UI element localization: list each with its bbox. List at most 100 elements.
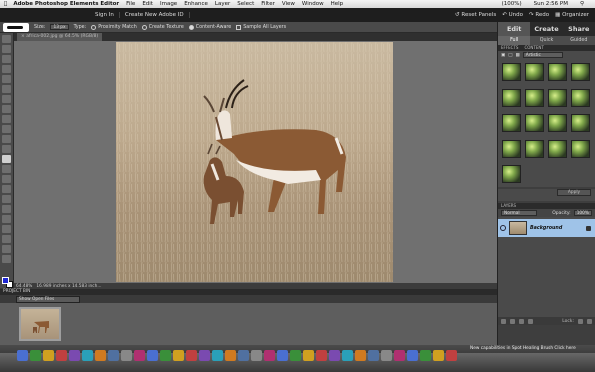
tab-create[interactable]: Create: [530, 22, 562, 36]
dock-app-icon[interactable]: [446, 350, 457, 361]
dock-app-icon[interactable]: [134, 350, 145, 361]
layer-styles-icon[interactable]: □: [508, 53, 512, 58]
menu-image[interactable]: Image: [160, 1, 177, 7]
dock-app-icon[interactable]: [355, 350, 366, 361]
layer-row-background[interactable]: Background: [498, 219, 595, 237]
hand-tool-icon[interactable]: [2, 45, 11, 53]
effect-thumbnail[interactable]: [502, 88, 521, 107]
eyedropper-tool-icon[interactable]: [2, 55, 11, 63]
reset-panels-button[interactable]: ↺ Reset Panels: [455, 12, 496, 18]
dock-app-icon[interactable]: [121, 350, 132, 361]
dock-app-icon[interactable]: [225, 350, 236, 361]
sponge-tool-icon[interactable]: [2, 245, 11, 253]
size-field[interactable]: 13 px: [50, 24, 69, 30]
menu-window[interactable]: Window: [302, 1, 324, 7]
dock-app-icon[interactable]: [160, 350, 171, 361]
blur-tool-icon[interactable]: [2, 235, 11, 243]
shape-tool-icon[interactable]: [2, 225, 11, 233]
menu-edit[interactable]: Edit: [142, 1, 153, 7]
clock[interactable]: Sun 2:56 PM: [534, 1, 568, 7]
blend-mode-dropdown[interactable]: Normal: [501, 210, 537, 216]
dock-app-icon[interactable]: [381, 350, 392, 361]
clone-stamp-tool-icon[interactable]: [2, 165, 11, 173]
effect-thumbnail[interactable]: [548, 63, 567, 81]
photo-effects-icon[interactable]: ▩: [516, 53, 520, 58]
filters-icon[interactable]: ▣: [501, 53, 505, 58]
radio-create-texture[interactable]: Create Texture: [141, 24, 184, 30]
type-tool-icon[interactable]: [2, 115, 11, 123]
recompose-tool-icon[interactable]: [2, 135, 11, 143]
dock-app-icon[interactable]: [407, 350, 418, 361]
dock-app-icon[interactable]: [95, 350, 106, 361]
lock-transparency-icon[interactable]: [578, 318, 583, 324]
gradient-tool-icon[interactable]: [2, 215, 11, 223]
sign-in-button[interactable]: Sign In: [90, 12, 120, 18]
document-tab[interactable]: × africa-002.jpg @ 64.5% (RGB/8): [17, 33, 103, 41]
dock-app-icon[interactable]: [69, 350, 80, 361]
effect-thumbnail[interactable]: [548, 114, 567, 133]
tab-edit[interactable]: Edit: [498, 22, 531, 36]
undo-button[interactable]: ↶ Undo: [502, 12, 523, 18]
foreground-color-swatch[interactable]: [2, 277, 9, 284]
quick-selection-tool-icon[interactable]: [2, 105, 11, 113]
sample-all-layers-checkbox[interactable]: Sample All Layers: [236, 24, 286, 30]
tip-banner[interactable]: New capabilities in Spot Healing Brush C…: [470, 345, 595, 352]
radio-proximity-match[interactable]: Proximity Match: [91, 24, 137, 30]
tab-effects[interactable]: EFFECTS: [501, 45, 518, 51]
effect-thumbnail[interactable]: [525, 63, 544, 81]
dock-app-icon[interactable]: [394, 350, 405, 361]
pencil-tool-icon[interactable]: [2, 255, 11, 263]
open-file-thumbnail[interactable]: [19, 307, 61, 341]
dock-app-icon[interactable]: [238, 350, 249, 361]
smart-brush-tool-icon[interactable]: [2, 195, 11, 203]
menu-view[interactable]: View: [282, 1, 295, 7]
tab-quick[interactable]: Quick: [530, 36, 562, 45]
dock-app-icon[interactable]: [147, 350, 158, 361]
tab-guided[interactable]: Guided: [563, 36, 595, 45]
trash-icon[interactable]: [528, 318, 533, 324]
radio-content-aware[interactable]: Content-Aware: [188, 24, 231, 30]
crop-tool-icon[interactable]: [2, 125, 11, 133]
document-image[interactable]: [116, 42, 393, 282]
dock-app-icon[interactable]: [212, 350, 223, 361]
battery-status[interactable]: (100%): [502, 1, 522, 7]
effect-thumbnail[interactable]: [548, 88, 567, 107]
effect-thumbnail[interactable]: [548, 139, 567, 158]
menu-enhance[interactable]: Enhance: [184, 1, 208, 7]
dock-app-icon[interactable]: [17, 350, 28, 361]
tab-content[interactable]: CONTENT: [524, 45, 543, 51]
dock-app-icon[interactable]: [56, 350, 67, 361]
effects-category-dropdown[interactable]: Artistic: [522, 52, 563, 58]
effect-thumbnail[interactable]: [525, 88, 544, 107]
lasso-tool-icon[interactable]: [2, 85, 11, 93]
brush-preset-picker[interactable]: [3, 22, 29, 32]
effect-thumbnail[interactable]: [525, 139, 544, 158]
effect-thumbnail[interactable]: [525, 114, 544, 133]
eraser-tool-icon[interactable]: [2, 175, 11, 183]
menu-filter[interactable]: Filter: [261, 1, 275, 7]
dock-app-icon[interactable]: [303, 350, 314, 361]
dock-app-icon[interactable]: [290, 350, 301, 361]
effect-thumbnail[interactable]: [571, 88, 590, 107]
menu-help[interactable]: Help: [331, 1, 344, 7]
red-eye-tool-icon[interactable]: [2, 145, 11, 153]
dock-app-icon[interactable]: [420, 350, 431, 361]
effect-thumbnail[interactable]: [502, 165, 521, 184]
apple-icon[interactable]: : [4, 1, 7, 7]
opacity-field[interactable]: 100%: [573, 210, 592, 216]
redo-button[interactable]: ↷ Redo: [529, 12, 549, 18]
mask-icon[interactable]: [519, 318, 524, 324]
zoom-readout[interactable]: 64.48%: [16, 284, 32, 289]
tab-full[interactable]: Full: [498, 36, 531, 45]
dock-app-icon[interactable]: [199, 350, 210, 361]
apply-button[interactable]: Apply: [557, 189, 591, 196]
dock-app-icon[interactable]: [108, 350, 119, 361]
effect-thumbnail[interactable]: [502, 114, 521, 133]
dock-app-icon[interactable]: [82, 350, 93, 361]
move-tool-icon[interactable]: [2, 35, 11, 43]
create-id-link[interactable]: Create New Adobe ID: [120, 12, 190, 18]
tab-share[interactable]: Share: [563, 22, 595, 36]
dock-app-icon[interactable]: [433, 350, 444, 361]
paint-bucket-tool-icon[interactable]: [2, 205, 11, 213]
effect-thumbnail[interactable]: [502, 63, 521, 81]
